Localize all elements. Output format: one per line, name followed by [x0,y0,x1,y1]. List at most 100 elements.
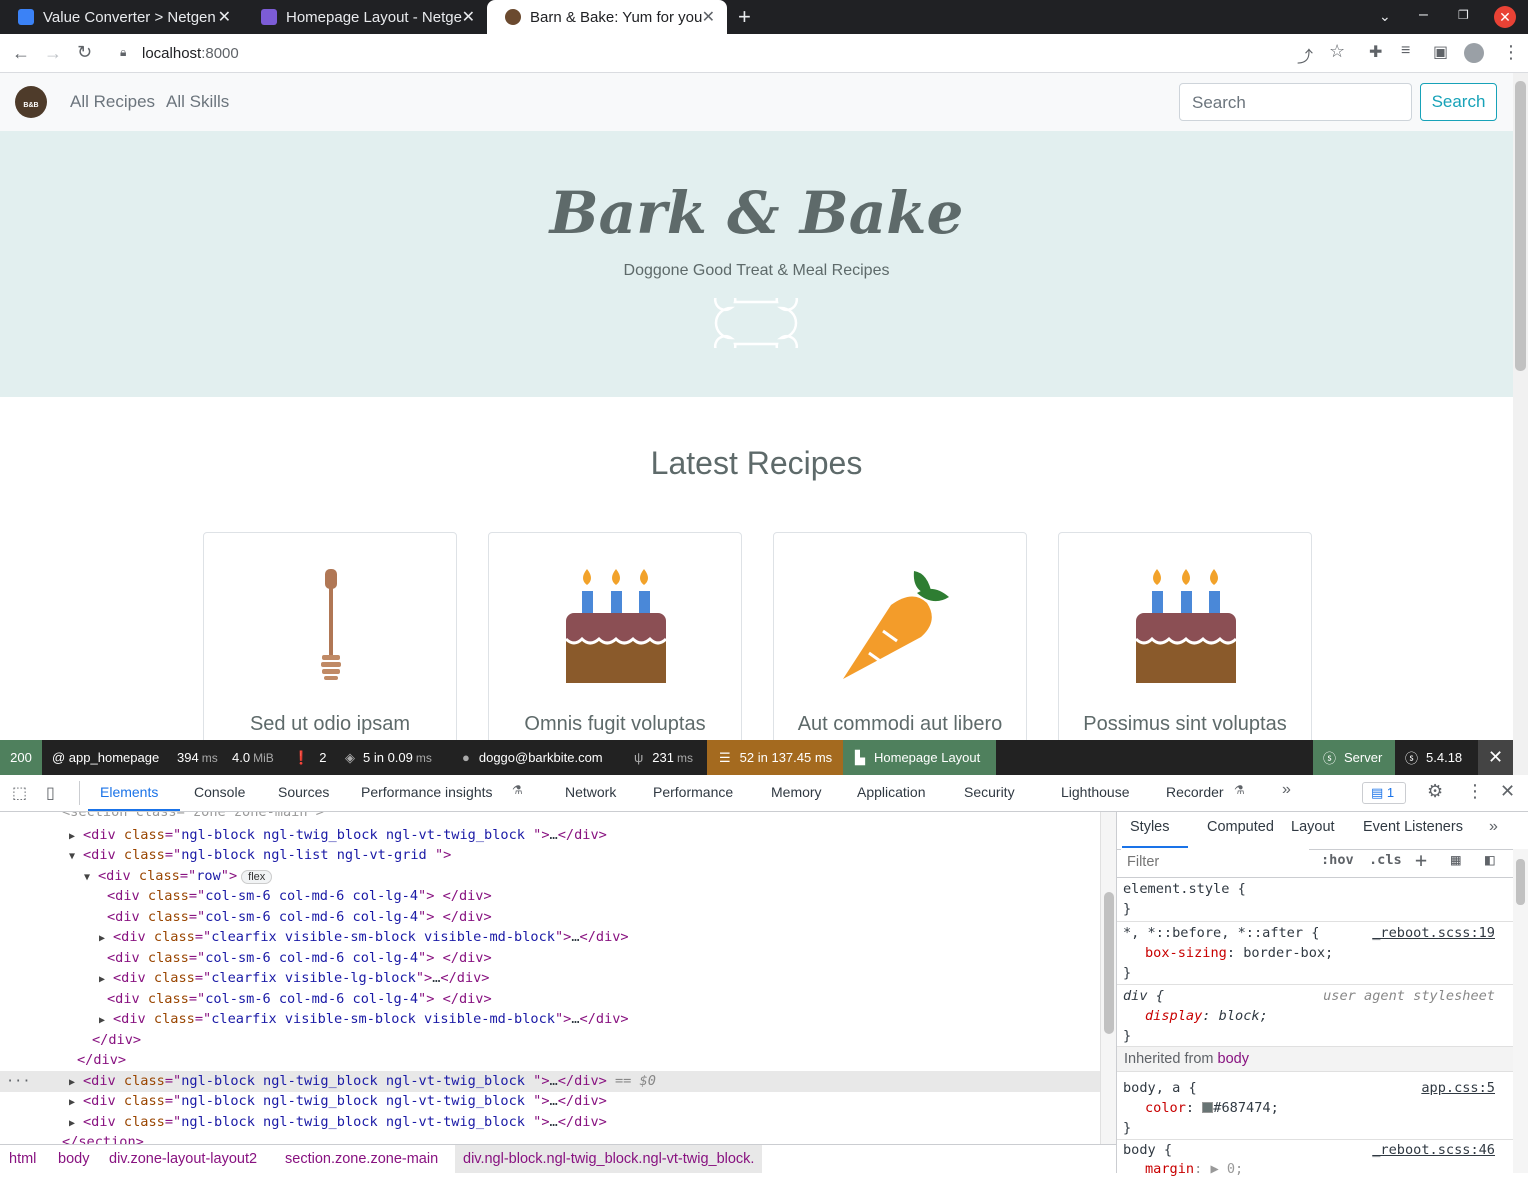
tab-network[interactable]: Network [565,784,616,800]
dom-node[interactable]: ▼ <div class="row"> flex [0,866,1100,887]
tab-performance-insights[interactable]: Performance insights [361,784,493,800]
share-icon[interactable]: ⤴ [1297,43,1313,67]
new-tab-button[interactable]: + [738,4,751,30]
page-scrollbar[interactable] [1513,73,1528,775]
dom-node[interactable]: <div class="col-sm-6 col-md-6 col-lg-4">… [0,948,1100,969]
dom-node[interactable]: <div class="col-sm-6 col-md-6 col-lg-4">… [0,886,1100,907]
expand-triangle-icon[interactable]: ▶ [99,970,113,990]
search-input[interactable]: Search [1179,83,1412,121]
database-item[interactable]: ☰ 52 in 137.45 ms [707,740,843,775]
declaration[interactable]: display: block; [1145,1006,1268,1026]
rule-element-style[interactable]: element.style { [1123,879,1513,899]
declaration[interactable]: box-sizing: border-box; [1145,943,1333,963]
issues-badge[interactable]: ▤ 1 [1362,782,1406,804]
styles-scrollbar[interactable] [1513,849,1528,1173]
twig-item[interactable]: ψ 231 ms [634,740,693,775]
bookmark-star-icon[interactable]: ☆ [1329,41,1345,62]
collapse-triangle-icon[interactable]: ▼ [69,847,83,867]
nav-all-skills[interactable]: All Skills [166,92,229,112]
source-link[interactable]: _reboot.scss:46 [1372,1140,1495,1160]
status-code-badge[interactable]: 200 [0,740,42,775]
class-toggle[interactable]: .cls [1369,852,1402,868]
extensions-icon[interactable]: ✚ [1369,42,1382,62]
recipe-card[interactable]: Aut commodi aut libero [773,532,1027,740]
dom-node[interactable]: ▶ <div class="clearfix visible-lg-block">… [0,968,1100,989]
scrollbar-thumb[interactable] [1515,81,1526,371]
expand-triangle-icon[interactable]: ▶ [69,1093,83,1113]
styles-filter-input[interactable]: Filter [1121,849,1309,875]
recipe-card[interactable]: Possimus sint voluptas [1058,532,1312,740]
recipe-title[interactable]: Aut commodi aut libero [774,713,1026,736]
scrollbar-thumb[interactable] [1516,859,1525,905]
nav-all-recipes[interactable]: All Recipes [70,92,155,112]
scrollbar-thumb[interactable] [1104,892,1114,1034]
dom-node[interactable]: ▶ <div class="clearfix visible-sm-block v… [0,927,1100,948]
dom-node[interactable]: ▶ <div class="ngl-block ngl-twig_block ng… [0,1112,1100,1133]
tab-search-icon[interactable]: ⌄ [1379,8,1391,25]
tab-memory[interactable]: Memory [771,784,822,800]
toggle-sidebar-icon[interactable]: ◧ [1485,850,1495,869]
dom-node[interactable]: ▼ <div class="ngl-block ngl-list ngl-vt-g… [0,845,1100,866]
rule-div-user-agent[interactable]: div {user agent stylesheet [1123,986,1513,1006]
tab-layout[interactable]: Layout [1291,819,1335,835]
close-tab-icon[interactable]: ✕ [702,7,715,27]
rule-body[interactable]: body {_reboot.scss:46 [1123,1140,1513,1160]
menu-kebab-icon[interactable]: ⋮ [1502,42,1520,63]
dom-node[interactable]: ▶ <div class="ngl-block ngl-twig_block ng… [0,825,1100,846]
breadcrumb-item[interactable]: body [58,1151,89,1167]
expand-triangle-icon[interactable]: ▶ [69,1073,83,1093]
tab-elements[interactable]: Elements [100,784,158,800]
expand-triangle-icon[interactable]: ▶ [69,1114,83,1134]
recipe-card[interactable]: Omnis fugit voluptas [488,532,742,740]
dom-node[interactable]: <div class="col-sm-6 col-md-6 col-lg-4">… [0,907,1100,928]
side-panel-icon[interactable]: ▣ [1433,42,1448,62]
reading-list-icon[interactable]: ≡ [1401,42,1410,60]
tab-security[interactable]: Security [964,784,1015,800]
close-toolbar-icon[interactable]: ✕ [1478,740,1513,775]
dom-tree-scrollbar[interactable] [1100,812,1116,1144]
more-panes-chevron-icon[interactable]: » [1489,818,1498,836]
dom-node[interactable]: </section> [0,1132,1100,1144]
browser-tab[interactable]: Value Converter > Netgen ✕ [0,0,243,34]
browser-tab-active[interactable]: Barn & Bake: Yum for your ✕ [487,0,727,34]
paint-roller-icon[interactable]: ▦ [1451,850,1461,869]
close-devtools-icon[interactable]: ✕ [1500,781,1515,802]
reload-icon[interactable]: ↻ [77,42,92,63]
recipe-title[interactable]: Sed ut odio ipsam [204,713,456,736]
version-item[interactable]: ⓢ 5.4.18 [1405,740,1462,775]
inherited-element[interactable]: body [1218,1051,1249,1067]
request-time[interactable]: 394 ms [177,740,218,775]
cache-item[interactable]: ◈ 5 in 0.09 ms [345,740,432,775]
breadcrumb-item[interactable]: div.zone-layout-layout2 [109,1151,257,1167]
dom-node[interactable]: </div> [0,1050,1100,1071]
declaration[interactable]: margin: ▶ 0; [1145,1159,1243,1179]
memory-usage[interactable]: 4.0 MiB [232,740,274,775]
forward-icon[interactable]: → [44,43,62,64]
settings-gear-icon[interactable]: ⚙ [1427,781,1443,802]
tab-performance[interactable]: Performance [653,784,733,800]
color-swatch[interactable] [1202,1102,1214,1113]
devtools-menu-kebab-icon[interactable]: ⋮ [1466,781,1484,802]
profile-avatar-icon[interactable] [1464,43,1484,63]
breadcrumb-item[interactable]: html [9,1151,36,1167]
layout-item[interactable]: ▙ Homepage Layout [843,740,996,775]
more-tabs-chevron-icon[interactable]: » [1282,781,1291,799]
recipe-title[interactable]: Omnis fugit voluptas [489,713,741,736]
flex-badge[interactable]: flex [241,869,273,884]
dom-node[interactable]: <div class="col-sm-6 col-md-6 col-lg-4">… [0,989,1100,1010]
inspect-element-icon[interactable]: ⬚ [12,783,27,803]
close-tab-icon[interactable]: ✕ [462,7,475,27]
dom-node-selected[interactable]: ▶ <div class="ngl-block ngl-twig_block ng… [0,1070,1100,1093]
tab-styles[interactable]: Styles [1130,819,1170,835]
server-item[interactable]: ⓢ Server [1313,740,1395,775]
tab-application[interactable]: Application [857,784,926,800]
tab-computed[interactable]: Computed [1207,819,1274,835]
dom-node[interactable]: ▶ <div class="clearfix visible-sm-block v… [0,1009,1100,1030]
url-field[interactable]: 🔒︎ localhost:8000 [108,38,1326,68]
expand-triangle-icon[interactable]: ▶ [99,1011,113,1031]
site-logo[interactable]: B&B [15,86,47,118]
search-button[interactable]: Search [1420,83,1497,121]
minimize-icon[interactable]: – [1419,6,1428,24]
tab-console[interactable]: Console [194,784,245,800]
rule-body-a[interactable]: body, a {app.css:5 [1123,1078,1513,1098]
